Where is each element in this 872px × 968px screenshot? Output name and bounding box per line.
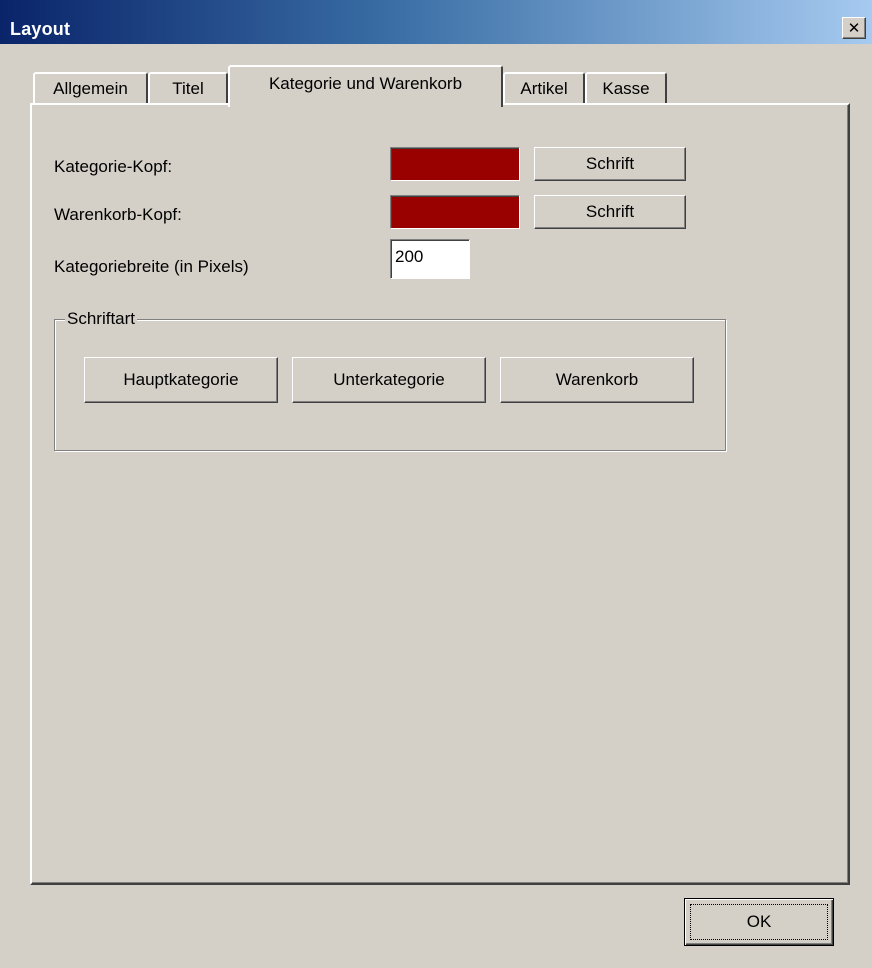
tab-titel[interactable]: Titel bbox=[148, 72, 228, 105]
tab-kasse[interactable]: Kasse bbox=[585, 72, 667, 105]
cart-header-font-button[interactable]: Schrift bbox=[534, 195, 686, 229]
main-category-font-button[interactable]: Hauptkategorie bbox=[84, 357, 278, 403]
tab-label: Artikel bbox=[520, 79, 568, 98]
tab-label: Titel bbox=[172, 79, 204, 98]
subcategory-font-button[interactable]: Unterkategorie bbox=[292, 357, 486, 403]
tab-label: Kategorie und Warenkorb bbox=[268, 74, 463, 93]
font-group-legend: Schriftart bbox=[65, 309, 138, 329]
button-label: Unterkategorie bbox=[333, 370, 445, 389]
category-width-label: Kategoriebreite (in Pixels) bbox=[54, 257, 249, 276]
tab-label: Kasse bbox=[602, 79, 650, 98]
cart-font-button[interactable]: Warenkorb bbox=[500, 357, 694, 403]
category-header-font-button[interactable]: Schrift bbox=[534, 147, 686, 181]
window-title: Layout bbox=[10, 19, 71, 39]
tab-kategorie-und-warenkorb[interactable]: Kategorie und Warenkorb bbox=[228, 65, 503, 107]
button-label: Warenkorb bbox=[555, 370, 639, 389]
cart-header-label: Warenkorb-Kopf: bbox=[54, 205, 182, 224]
focus-rectangle bbox=[690, 904, 828, 940]
button-label: Schrift bbox=[585, 154, 635, 173]
category-header-color-swatch[interactable] bbox=[390, 147, 520, 181]
button-label: Hauptkategorie bbox=[123, 370, 239, 389]
category-width-input[interactable]: 200 bbox=[390, 239, 470, 279]
tab-allgemein[interactable]: Allgemein bbox=[33, 72, 148, 105]
title-bar: Layout ✕ bbox=[0, 0, 872, 44]
tab-artikel[interactable]: Artikel bbox=[503, 72, 585, 105]
close-icon: ✕ bbox=[847, 20, 861, 37]
close-button[interactable]: ✕ bbox=[842, 17, 866, 39]
tab-panel: Kategorie-Kopf: Schrift Warenkorb-Kopf: … bbox=[30, 103, 850, 885]
button-label: Schrift bbox=[585, 202, 635, 221]
ok-button[interactable]: OK bbox=[684, 898, 834, 946]
tab-label: Allgemein bbox=[53, 79, 128, 98]
category-header-label: Kategorie-Kopf: bbox=[54, 157, 173, 176]
cart-header-color-swatch[interactable] bbox=[390, 195, 520, 229]
